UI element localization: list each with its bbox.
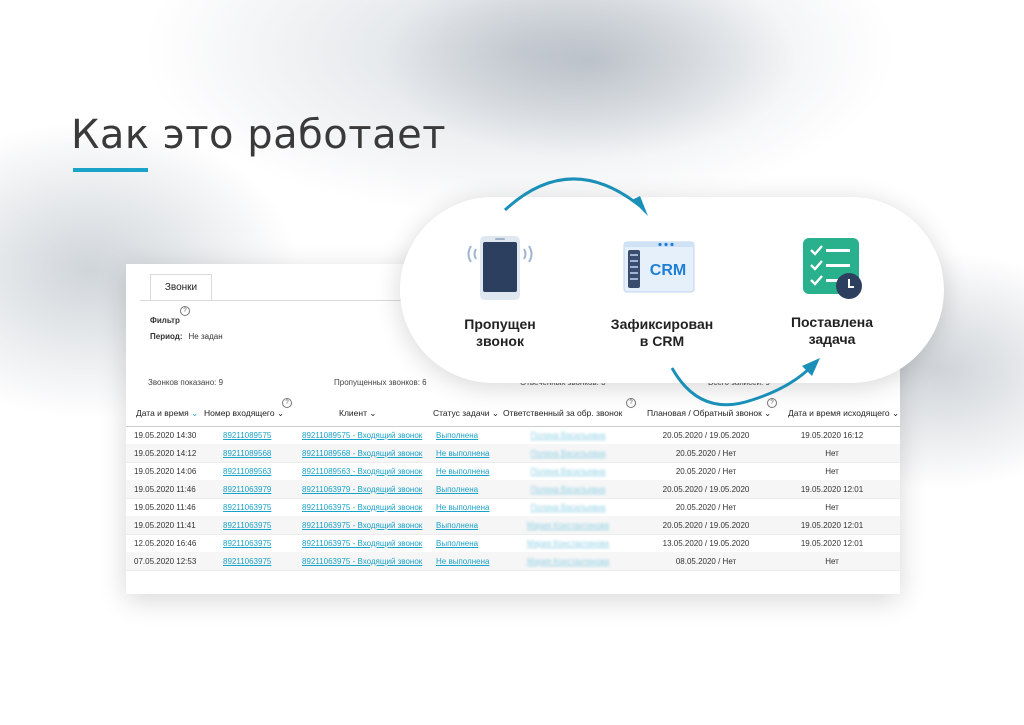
flow-arrows <box>503 177 820 407</box>
arrow-top-curve <box>503 177 641 212</box>
arrow-head-icon <box>632 196 648 216</box>
arrow-bottom-curve <box>670 364 814 407</box>
